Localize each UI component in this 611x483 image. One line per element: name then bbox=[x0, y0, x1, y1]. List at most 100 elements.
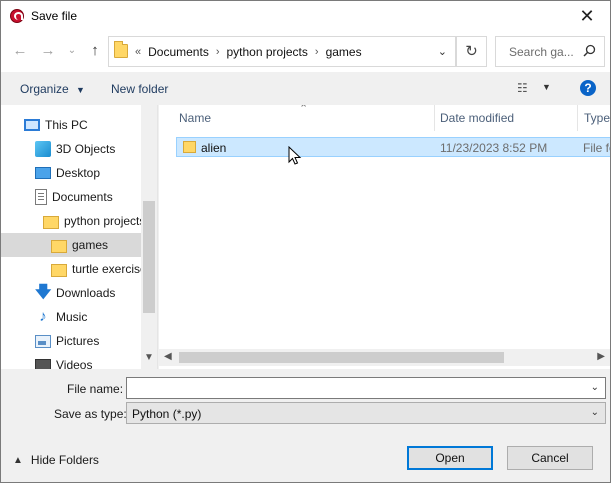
music-icon: ♪ bbox=[39, 308, 47, 325]
3d-objects-icon bbox=[35, 141, 51, 157]
scrollbar-thumb[interactable] bbox=[179, 352, 504, 363]
recent-locations-button[interactable]: ⌄ bbox=[63, 42, 81, 60]
videos-icon bbox=[35, 358, 51, 369]
address-history-chevron-icon[interactable]: ⌄ bbox=[438, 45, 447, 58]
file-type-cell: File folder bbox=[583, 141, 610, 155]
scroll-right-chevron-icon[interactable]: ▶ bbox=[597, 351, 605, 362]
up-button[interactable]: ↑ bbox=[86, 42, 104, 60]
breadcrumb-python-projects[interactable]: python projects bbox=[227, 45, 308, 59]
breadcrumb-separator-icon[interactable]: › bbox=[308, 46, 326, 58]
view-dropdown-chevron-icon[interactable]: ▼ bbox=[542, 82, 551, 92]
file-name-combobox[interactable]: ⌄ bbox=[126, 377, 606, 399]
column-header-type[interactable]: Type bbox=[584, 105, 610, 131]
details-view-icon: ☷ bbox=[517, 81, 528, 95]
documents-icon bbox=[35, 189, 47, 205]
column-date-label: Date modified bbox=[440, 111, 515, 125]
chevron-down-icon[interactable]: ⌄ bbox=[591, 382, 599, 393]
view-options-button[interactable]: ☷ bbox=[517, 81, 528, 95]
window-title: Save file bbox=[31, 9, 78, 23]
cancel-button[interactable]: Cancel bbox=[507, 446, 593, 470]
table-row[interactable]: alien 11/23/2023 8:52 PM File folder bbox=[176, 137, 610, 157]
organize-button[interactable]: Organize ▼ bbox=[20, 82, 85, 96]
title-bar: Save file ✕ bbox=[1, 1, 610, 32]
scroll-down-chevron-icon[interactable]: ▼ bbox=[144, 352, 154, 363]
hide-folders-button[interactable]: ▲ Hide Folders bbox=[13, 453, 99, 467]
tree-item-label: Downloads bbox=[56, 286, 116, 300]
tree-item-desktop[interactable]: Desktop bbox=[1, 161, 141, 185]
forward-button[interactable]: → bbox=[39, 42, 57, 60]
refresh-button[interactable]: ↻ bbox=[456, 36, 487, 67]
desktop-icon bbox=[35, 167, 51, 179]
column-divider[interactable] bbox=[577, 105, 578, 131]
column-divider[interactable] bbox=[434, 105, 435, 131]
navigation-bar: ← → ⌄ ↑ « Documents › python projects › … bbox=[1, 32, 610, 72]
tree-item-label: games bbox=[72, 238, 109, 252]
file-name-label: File name: bbox=[67, 382, 124, 396]
tree-item-label: python projects bbox=[64, 214, 141, 228]
file-date-cell: 11/23/2023 8:52 PM bbox=[440, 141, 548, 155]
search-box[interactable] bbox=[495, 36, 605, 67]
save-file-dialog: Save file ✕ ← → ⌄ ↑ « Documents › python… bbox=[0, 0, 611, 483]
tree-item-label: 3D Objects bbox=[56, 142, 116, 156]
save-as-type-select[interactable]: Python (*.py) ⌄ bbox=[126, 402, 606, 424]
chevron-down-icon[interactable]: ⌄ bbox=[591, 407, 599, 418]
breadcrumb-documents[interactable]: Documents bbox=[148, 45, 209, 59]
downloads-icon: 🡇 bbox=[35, 284, 52, 301]
help-button[interactable]: ? bbox=[580, 80, 596, 96]
tree-item-label: Music bbox=[56, 310, 88, 324]
search-icon bbox=[583, 44, 596, 57]
tree-item-label: turtle exercises bbox=[72, 262, 141, 276]
save-as-type-value: Python (*.py) bbox=[132, 407, 202, 421]
tree-item-python-projects[interactable]: python projects bbox=[1, 209, 141, 233]
column-name-label: Name bbox=[179, 111, 212, 125]
new-folder-button[interactable]: New folder bbox=[111, 82, 168, 96]
tree-item-videos[interactable]: Videos bbox=[1, 353, 141, 369]
tree-item-pictures[interactable]: Pictures bbox=[1, 329, 141, 353]
save-as-type-label: Save as type: bbox=[54, 407, 127, 421]
breadcrumb: « Documents › python projects › games bbox=[133, 37, 362, 66]
horizontal-scrollbar[interactable]: ◀ ▶ bbox=[159, 349, 610, 366]
organize-label: Organize bbox=[20, 82, 69, 96]
close-button[interactable]: ✕ bbox=[564, 1, 610, 32]
chevron-up-icon: ▲ bbox=[13, 454, 23, 466]
pc-icon bbox=[24, 119, 40, 131]
command-bar: Organize ▼ New folder ☷ ▼ ? bbox=[1, 72, 610, 105]
file-name-cell: alien bbox=[201, 141, 227, 155]
breadcrumb-separator-icon[interactable]: › bbox=[209, 46, 227, 58]
column-header-name[interactable]: Name bbox=[179, 105, 211, 131]
folder-icon bbox=[51, 239, 67, 253]
breadcrumb-games[interactable]: games bbox=[326, 45, 362, 59]
chevron-down-icon: ⌄ bbox=[67, 45, 77, 56]
tree-item-music[interactable]: ♪ Music bbox=[1, 305, 141, 329]
tree-item-downloads[interactable]: 🡇 Downloads bbox=[1, 281, 141, 305]
column-header-date-modified[interactable]: Date modified bbox=[440, 105, 514, 131]
mouse-cursor-icon bbox=[288, 146, 302, 165]
up-arrow-icon: ↑ bbox=[91, 42, 99, 59]
address-bar[interactable]: « Documents › python projects › games ⌄ bbox=[108, 36, 456, 67]
scrollbar-thumb[interactable] bbox=[143, 201, 155, 313]
pictures-icon bbox=[35, 334, 51, 348]
breadcrumb-overflow[interactable]: « bbox=[133, 46, 148, 58]
folder-icon bbox=[51, 263, 67, 277]
open-button[interactable]: Open bbox=[407, 446, 493, 470]
file-list: Name ⌃ Date modified Type alien 11/23/20… bbox=[159, 105, 610, 369]
python-app-icon bbox=[10, 9, 24, 23]
help-icon: ? bbox=[584, 81, 592, 95]
tree-item-games[interactable]: games bbox=[1, 233, 141, 257]
folder-icon bbox=[183, 141, 196, 153]
back-button[interactable]: ← bbox=[11, 42, 29, 60]
tree-item-label: Documents bbox=[52, 190, 113, 204]
tree-item-label: This PC bbox=[45, 118, 88, 132]
tree-item-documents[interactable]: Documents bbox=[1, 185, 141, 209]
file-name-input[interactable] bbox=[127, 378, 582, 398]
tree-item-3d-objects[interactable]: 3D Objects bbox=[1, 137, 141, 161]
hide-folders-label: Hide Folders bbox=[30, 453, 99, 467]
tree-item-label: Desktop bbox=[56, 166, 101, 180]
search-input[interactable] bbox=[496, 37, 576, 66]
tree-item-label: Pictures bbox=[56, 334, 100, 348]
tree-item-label: Videos bbox=[56, 358, 93, 369]
tree-item-turtle-exercises[interactable]: turtle exercises bbox=[1, 257, 141, 281]
tree-item-this-pc[interactable]: This PC bbox=[1, 113, 141, 137]
scroll-left-chevron-icon[interactable]: ◀ bbox=[164, 351, 172, 362]
navigation-pane-scrollbar[interactable]: ▼ bbox=[141, 105, 157, 369]
